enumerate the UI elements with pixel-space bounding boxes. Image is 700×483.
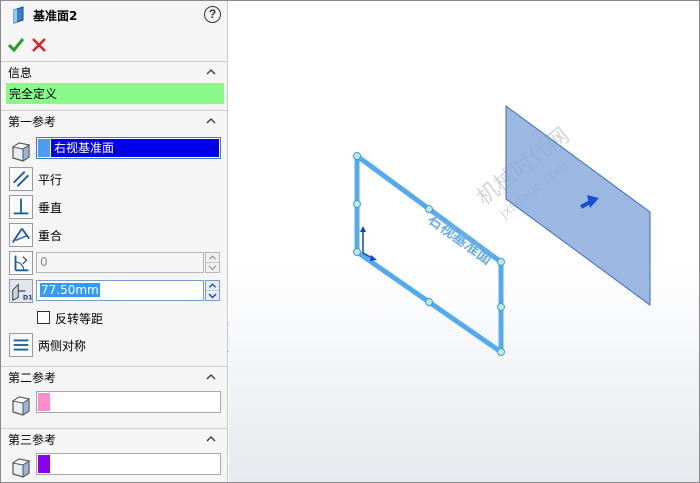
model-canvas[interactable]: 机械时代网 jxsdage.com 右视基准面 — [229, 1, 699, 482]
face-select-icon — [11, 458, 31, 478]
chevron-up-icon[interactable] — [206, 373, 216, 380]
chevron-up-icon[interactable] — [206, 117, 216, 124]
angle-icon[interactable] — [9, 251, 33, 275]
option-perpendicular[interactable]: 垂直 — [1, 195, 228, 219]
chevron-up-icon[interactable] — [206, 68, 216, 75]
perpendicular-label: 垂直 — [38, 201, 63, 215]
second-reference-header[interactable]: 第二参考 — [1, 366, 228, 386]
spin-down-icon[interactable] — [206, 291, 219, 301]
coincident-label: 重合 — [38, 229, 63, 243]
plane-label: 右视基准面 — [425, 210, 496, 269]
second-reference-selection-row — [1, 391, 228, 417]
flip-offset-label: 反转等距 — [55, 312, 104, 326]
first-reference-selection-row: 右视基准面 — [1, 137, 228, 163]
property-manager-panel: 基准面2 ? 信息 完全定义 第一参考 右视基准面 平行 垂直 重合 0 D1 … — [1, 1, 228, 482]
spin-up-icon[interactable] — [206, 281, 219, 291]
checkmark-icon[interactable] — [8, 37, 24, 53]
plane-handle[interactable] — [425, 205, 433, 213]
selection-color-swatch — [38, 393, 50, 411]
info-section-header[interactable]: 信息 — [1, 61, 228, 81]
offset-distance-icon[interactable]: D1 — [9, 279, 33, 303]
preview-plane[interactable] — [505, 105, 651, 306]
spin-up-icon[interactable] — [206, 253, 219, 263]
spin-down-icon[interactable] — [206, 263, 219, 273]
info-section-label: 信息 — [8, 66, 33, 80]
option-coincident[interactable]: 重合 — [1, 223, 228, 247]
first-reference-header[interactable]: 第一参考 — [1, 110, 228, 130]
svg-text:D1: D1 — [23, 293, 33, 301]
parallel-label: 平行 — [38, 173, 63, 187]
third-reference-selection-row — [1, 453, 228, 479]
offset-spinner[interactable] — [205, 280, 220, 301]
plane-handle[interactable] — [497, 258, 505, 266]
third-reference-field[interactable] — [36, 453, 221, 475]
second-reference-label: 第二参考 — [8, 371, 57, 385]
first-reference-field[interactable]: 右视基准面 — [36, 137, 221, 159]
graphics-viewport[interactable]: 机械时代网 jxsdage.com 右视基准面 — [229, 1, 699, 482]
plane-handle[interactable] — [497, 303, 505, 311]
selection-color-swatch — [38, 455, 50, 473]
angle-row: 0 — [1, 251, 228, 275]
plane-icon — [13, 6, 24, 24]
coincident-icon[interactable] — [9, 223, 33, 247]
second-reference-field[interactable] — [36, 391, 221, 413]
perpendicular-icon[interactable] — [9, 195, 33, 219]
plane-handle[interactable] — [353, 200, 361, 208]
plane-handle[interactable] — [353, 152, 361, 160]
option-mid-plane[interactable]: 两侧对称 — [1, 333, 228, 357]
panel-header: 基准面2 ? — [1, 1, 228, 29]
offset-distance-value: 77.50mm — [40, 283, 100, 297]
plane-handle[interactable] — [425, 298, 433, 306]
flip-offset-checkbox[interactable] — [37, 311, 50, 324]
selection-color-swatch — [38, 139, 50, 157]
first-reference-value: 右视基准面 — [51, 139, 219, 157]
plane-handle[interactable] — [353, 248, 361, 256]
offset-distance-input[interactable]: 77.50mm — [36, 280, 204, 301]
first-reference-label: 第一参考 — [8, 115, 57, 129]
option-parallel[interactable]: 平行 — [1, 167, 228, 191]
angle-input[interactable]: 0 — [36, 252, 204, 273]
parallel-icon[interactable] — [9, 167, 33, 191]
help-icon[interactable]: ? — [204, 6, 221, 23]
face-select-icon — [11, 396, 31, 416]
action-row — [1, 35, 228, 57]
angle-spinner[interactable] — [205, 252, 220, 273]
mid-plane-label: 两侧对称 — [38, 339, 87, 353]
status-message: 完全定义 — [6, 83, 224, 104]
plane-handle[interactable] — [497, 348, 505, 356]
mid-plane-icon[interactable] — [9, 333, 33, 357]
offset-row: D1 77.50mm — [1, 279, 228, 303]
third-reference-header[interactable]: 第三参考 — [1, 428, 228, 448]
panel-title: 基准面2 — [33, 9, 78, 23]
face-select-icon — [11, 142, 31, 162]
chevron-up-icon[interactable] — [206, 435, 216, 442]
x-icon[interactable] — [32, 38, 46, 52]
third-reference-label: 第三参考 — [8, 433, 57, 447]
